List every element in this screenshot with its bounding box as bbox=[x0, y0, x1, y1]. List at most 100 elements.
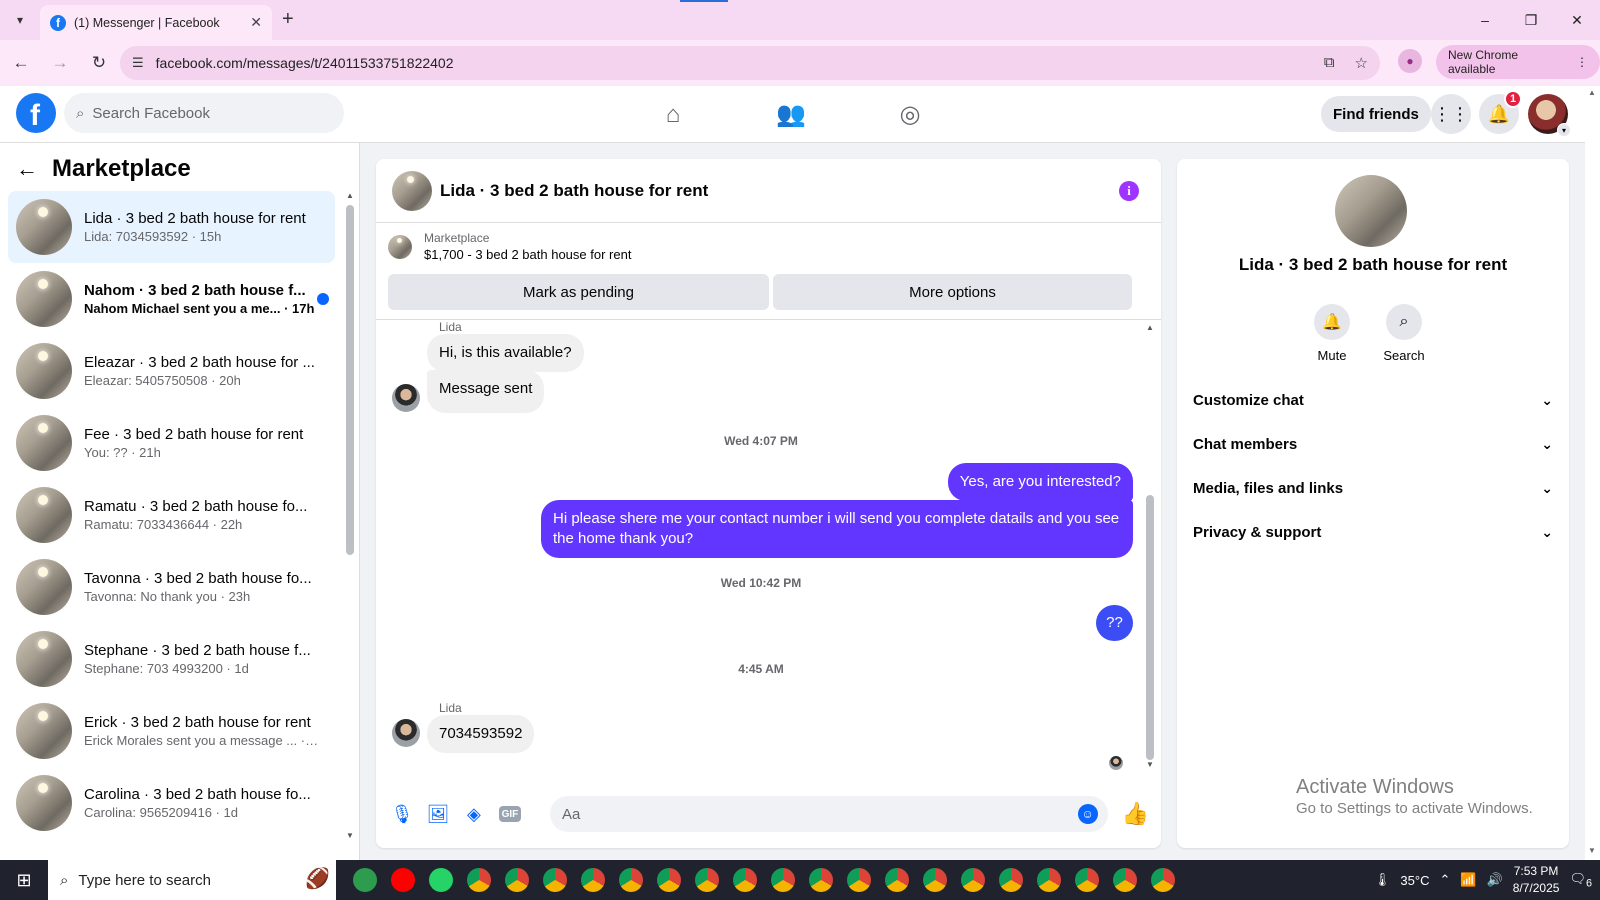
taskbar-app-icon[interactable] bbox=[878, 860, 916, 900]
home-nav-icon[interactable]: ⌂ bbox=[643, 86, 703, 143]
media-files-links-row[interactable]: Media, files and links ⌄ bbox=[1193, 468, 1553, 508]
marketplace-listing-bar[interactable]: Marketplace $1,700 - 3 bed 2 bath house … bbox=[388, 231, 631, 262]
incoming-message[interactable]: Message sent bbox=[427, 370, 545, 413]
close-tab-icon[interactable]: ✕ bbox=[250, 14, 262, 31]
account-avatar[interactable]: ▾ bbox=[1528, 94, 1571, 137]
conversation-item[interactable]: Tavonna · 3 bed 2 bath house fo... Tavonn… bbox=[8, 551, 335, 623]
conversation-item[interactable]: Stephane · 3 bed 2 bath house f... Stepha… bbox=[8, 623, 335, 695]
more-options-button[interactable]: More options bbox=[773, 274, 1132, 310]
search-conversation-button[interactable]: ⌕ Search bbox=[1369, 304, 1439, 363]
page-scrollbar[interactable]: ▲ ▼ bbox=[1585, 86, 1600, 860]
taskbar-app-icon[interactable] bbox=[1030, 860, 1068, 900]
weather-icon[interactable]: 🌡 bbox=[1374, 872, 1391, 888]
scroll-down-arrow-icon[interactable]: ▼ bbox=[1146, 760, 1154, 769]
facebook-logo-icon[interactable]: f bbox=[16, 93, 56, 133]
scroll-up-arrow-icon[interactable]: ▲ bbox=[1588, 88, 1596, 97]
scrollbar-thumb[interactable] bbox=[1146, 495, 1154, 760]
facebook-search-input[interactable]: ⌕ Search Facebook bbox=[64, 93, 344, 133]
mark-as-pending-button[interactable]: Mark as pending bbox=[388, 274, 769, 310]
conversation-item[interactable]: Nahom · 3 bed 2 bath house f... Nahom Mic… bbox=[8, 263, 335, 335]
profile-icon[interactable]: ● bbox=[1398, 49, 1422, 73]
outgoing-message[interactable]: Hi please shere me your contact number i… bbox=[541, 500, 1133, 558]
scroll-up-arrow-icon[interactable]: ▲ bbox=[1146, 323, 1154, 332]
chat-title[interactable]: Lida · 3 bed 2 bath house for rent bbox=[440, 181, 708, 201]
customize-chat-row[interactable]: Customize chat ⌄ bbox=[1193, 380, 1553, 420]
scroll-down-arrow-icon[interactable]: ▼ bbox=[1588, 846, 1596, 855]
windows-start-icon[interactable]: ⊞ bbox=[0, 860, 48, 900]
site-info-icon[interactable]: ☰ bbox=[132, 55, 144, 71]
scroll-down-arrow-icon[interactable]: ▼ bbox=[346, 831, 354, 840]
thumbs-up-icon[interactable]: 👍 bbox=[1122, 801, 1149, 827]
conversation-item[interactable]: Eleazar · 3 bed 2 bath house for ... Elea… bbox=[8, 335, 335, 407]
conversation-item[interactable]: Fee · 3 bed 2 bath house for rent You: ??… bbox=[8, 407, 335, 479]
find-friends-button[interactable]: Find friends bbox=[1321, 96, 1431, 132]
incoming-message[interactable]: Hi, is this available? bbox=[427, 334, 584, 372]
taskbar-app-icon[interactable] bbox=[764, 860, 802, 900]
taskbar-app-icon[interactable] bbox=[992, 860, 1030, 900]
browser-tab[interactable]: f (1) Messenger | Facebook ✕ bbox=[40, 5, 272, 40]
minimize-button[interactable]: – bbox=[1462, 0, 1508, 40]
address-bar[interactable]: ☰ facebook.com/messages/t/24011533751822… bbox=[120, 46, 1380, 80]
new-chrome-button[interactable]: New Chrome available ⋮ bbox=[1436, 45, 1600, 79]
taskbar-app-icon[interactable] bbox=[346, 860, 384, 900]
notification-center-icon[interactable]: 🗨6 bbox=[1569, 871, 1592, 890]
sidebar-scrollbar[interactable]: ▲ ▼ bbox=[345, 191, 355, 860]
conversation-item[interactable]: Erick · 3 bed 2 bath house for rent Erick… bbox=[8, 695, 335, 767]
attach-photo-icon[interactable]: 🖼 bbox=[424, 800, 452, 828]
install-app-icon[interactable]: ⧉ bbox=[1324, 54, 1335, 72]
taskbar-app-icon[interactable] bbox=[916, 860, 954, 900]
more-menu-icon[interactable]: ⋮ bbox=[1576, 55, 1588, 69]
taskbar-app-icon[interactable] bbox=[802, 860, 840, 900]
sender-avatar[interactable] bbox=[392, 384, 420, 412]
sender-avatar[interactable] bbox=[392, 719, 420, 747]
bookmark-star-icon[interactable]: ☆ bbox=[1355, 54, 1368, 72]
taskbar-app-icon[interactable] bbox=[422, 860, 460, 900]
listing-avatar[interactable] bbox=[1335, 175, 1407, 247]
mute-button[interactable]: 🔔 Mute bbox=[1297, 304, 1367, 363]
gif-icon[interactable]: GIF bbox=[496, 800, 524, 828]
friends-nav-icon[interactable]: 👥 bbox=[761, 86, 821, 143]
microphone-icon[interactable]: 🎙 bbox=[388, 800, 416, 828]
conversation-item[interactable]: Ramatu · 3 bed 2 bath house fo... Ramatu:… bbox=[8, 479, 335, 551]
forward-button[interactable]: → bbox=[42, 45, 78, 81]
taskbar-app-icon[interactable] bbox=[1068, 860, 1106, 900]
temperature[interactable]: 35°C bbox=[1400, 873, 1429, 888]
taskbar-app-icon[interactable] bbox=[460, 860, 498, 900]
notifications-bell-icon[interactable]: 🔔 1 bbox=[1479, 90, 1522, 134]
back-arrow-icon[interactable]: ← bbox=[16, 156, 38, 182]
tab-search-button[interactable]: ▾ bbox=[8, 10, 32, 30]
taskbar-app-icon[interactable] bbox=[1106, 860, 1144, 900]
restore-button[interactable]: ❐ bbox=[1508, 0, 1554, 40]
taskbar-app-icon[interactable] bbox=[574, 860, 612, 900]
message-input[interactable]: Aa ☺ bbox=[549, 796, 1108, 832]
taskbar-app-icon[interactable] bbox=[384, 860, 422, 900]
outgoing-message[interactable]: ?? bbox=[1096, 605, 1133, 641]
info-icon[interactable]: i bbox=[1119, 181, 1139, 201]
scrollbar-thumb[interactable] bbox=[346, 205, 354, 555]
new-tab-button[interactable]: + bbox=[282, 8, 294, 31]
emoji-icon[interactable]: ☺ bbox=[1077, 804, 1098, 824]
taskbar-search-input[interactable]: ⌕ Type here to search 🏈 bbox=[48, 860, 336, 900]
show-hidden-icons-icon[interactable]: ⌃ bbox=[1439, 872, 1450, 888]
taskbar-app-icon[interactable] bbox=[840, 860, 878, 900]
privacy-support-row[interactable]: Privacy & support ⌄ bbox=[1193, 512, 1553, 552]
taskbar-app-icon[interactable] bbox=[954, 860, 992, 900]
reload-button[interactable]: ↻ bbox=[81, 45, 117, 81]
taskbar-app-icon[interactable] bbox=[536, 860, 574, 900]
network-icon[interactable]: 📶 bbox=[1460, 872, 1476, 888]
groups-nav-icon[interactable]: ◎ bbox=[880, 86, 940, 143]
incoming-message[interactable]: 7034593592 bbox=[427, 715, 535, 753]
volume-icon[interactable]: 🔊 bbox=[1487, 872, 1503, 888]
chat-members-row[interactable]: Chat members ⌄ bbox=[1193, 424, 1553, 464]
taskbar-app-icon[interactable] bbox=[650, 860, 688, 900]
taskbar-app-icon[interactable] bbox=[498, 860, 536, 900]
conversation-item[interactable]: Lida · 3 bed 2 bath house for rent Lida: … bbox=[8, 191, 335, 263]
taskbar-app-icon[interactable] bbox=[688, 860, 726, 900]
sticker-icon[interactable]: ◈ bbox=[460, 800, 488, 828]
taskbar-app-icon[interactable] bbox=[1144, 860, 1182, 900]
close-window-button[interactable]: ✕ bbox=[1554, 0, 1600, 40]
thread-scrollbar[interactable]: ▲ ▼ bbox=[1144, 320, 1156, 780]
outgoing-message[interactable]: Yes, are you interested? bbox=[947, 463, 1133, 501]
clock[interactable]: 7:53 PM 8/7/2025 bbox=[1513, 863, 1560, 897]
menu-grid-icon[interactable]: ⋮⋮ bbox=[1431, 94, 1471, 134]
